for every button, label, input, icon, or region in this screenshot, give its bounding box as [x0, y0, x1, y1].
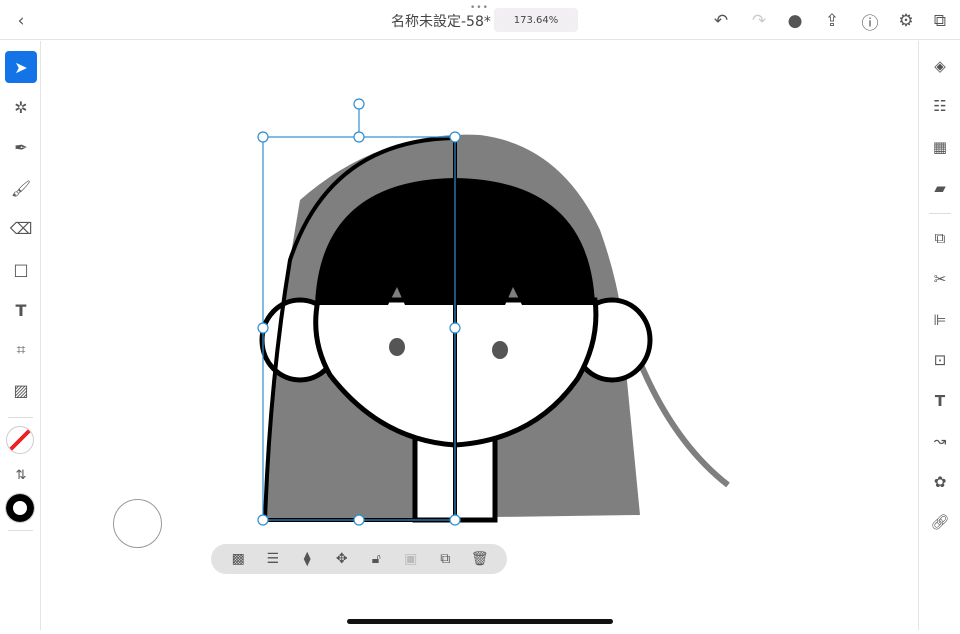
- modifier-button[interactable]: [113, 499, 162, 548]
- repeat-icon[interactable]: ⊡: [929, 349, 951, 371]
- gear-icon[interactable]: ⚙: [895, 10, 917, 32]
- comment-icon[interactable]: ▰: [929, 177, 951, 199]
- curvature-icon[interactable]: ↝: [929, 430, 951, 452]
- select-tool[interactable]: ➤: [5, 51, 37, 83]
- hair-strand: [632, 348, 730, 488]
- move-icon[interactable]: ✥: [332, 551, 352, 567]
- stroke-icon[interactable]: ☰: [263, 551, 283, 567]
- document-title[interactable]: 名称未設定-58*: [391, 11, 491, 31]
- toolbar-left: ➤ ✲ ✒ 🖌 ⌫ □ T ⌗ ▨ ⇅: [0, 41, 41, 630]
- stroke-swatch[interactable]: [5, 493, 35, 523]
- zoom-level[interactable]: 173.64%: [494, 8, 578, 32]
- swatches-icon[interactable]: ▦: [929, 136, 951, 158]
- direct-select-tool[interactable]: ✲: [5, 91, 37, 123]
- pen-tool[interactable]: ✒: [5, 131, 37, 163]
- layers-icon[interactable]: ◈: [929, 55, 951, 77]
- artboard-canvas[interactable]: [42, 41, 918, 630]
- duplicate-icon[interactable]: ⧉: [435, 551, 455, 567]
- top-bar: ‹ ••• 名称未設定-58* 173.64% ↶ ↷ ● ⇪ ⓘ ⚙ ⧉: [0, 0, 960, 40]
- unlock-icon[interactable]: 🔓︎: [366, 551, 386, 567]
- home-indicator: [347, 619, 613, 624]
- left-eye: [389, 338, 405, 356]
- eraser-tool[interactable]: ⌫: [5, 212, 37, 244]
- align-icon[interactable]: ⊫: [929, 309, 951, 331]
- transform-tool[interactable]: ⌗: [5, 334, 37, 366]
- help-icon[interactable]: ⓘ: [859, 10, 881, 34]
- undo-icon[interactable]: ↶: [710, 10, 732, 32]
- swap-icon[interactable]: ⇅: [5, 459, 37, 491]
- shape-builder-icon[interactable]: ✿: [929, 471, 951, 493]
- trash-icon[interactable]: 🗑︎: [470, 551, 490, 567]
- share-icon[interactable]: ⇪: [821, 10, 843, 32]
- fill-none-swatch[interactable]: [6, 426, 34, 454]
- pathfinder-icon[interactable]: ⧉: [929, 227, 951, 249]
- link-icon[interactable]: 🔗︎: [929, 511, 951, 533]
- text-tool[interactable]: T: [5, 294, 37, 326]
- rectangle-tool[interactable]: □: [5, 253, 37, 285]
- brush-tool[interactable]: 🖌: [5, 172, 37, 204]
- arrange-icon[interactable]: ⧫: [297, 551, 317, 567]
- opacity-icon[interactable]: ▩: [228, 551, 248, 567]
- context-toolbar: ▩ ☰ ⧫ ✥ 🔓︎ ▣ ⧉ 🗑︎: [211, 544, 507, 574]
- preview-icon[interactable]: ⧉: [929, 10, 951, 32]
- type-icon[interactable]: T: [929, 390, 951, 412]
- scissors-icon[interactable]: ✂: [929, 268, 951, 290]
- redo-icon[interactable]: ↷: [748, 10, 770, 32]
- right-eye: [492, 341, 508, 359]
- panel-right: ◈ ☷ ▦ ▰ ⧉ ✂ ⊫ ⊡ T ↝ ✿ 🔗︎: [918, 41, 960, 630]
- back-icon[interactable]: ‹: [10, 10, 32, 32]
- mask-icon[interactable]: ▣: [401, 551, 421, 567]
- image-tool[interactable]: ▨: [5, 374, 37, 406]
- properties-icon[interactable]: ☷: [929, 95, 951, 117]
- illustration[interactable]: [42, 41, 918, 630]
- invite-icon[interactable]: ●: [784, 10, 806, 32]
